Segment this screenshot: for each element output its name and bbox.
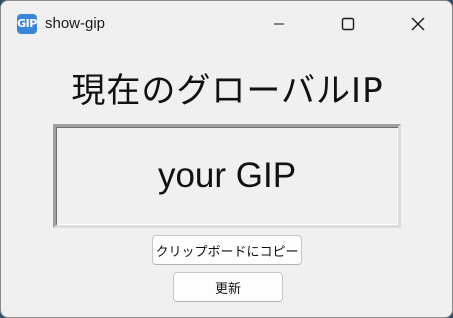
refresh-button[interactable]: 更新 bbox=[173, 272, 283, 302]
ip-display-box: your GIP bbox=[53, 124, 401, 228]
maximize-button[interactable] bbox=[325, 1, 371, 47]
window-title: show-gip bbox=[45, 15, 106, 32]
app-icon: GIP bbox=[17, 14, 37, 34]
ip-value: your GIP bbox=[157, 156, 297, 195]
minimize-icon bbox=[274, 23, 284, 25]
maximize-icon bbox=[341, 17, 355, 31]
page-title: 現在のグローバルIP bbox=[71, 71, 384, 111]
app-window: GIP show-gip 現在のグローバルIP your GIP クリップボード… bbox=[0, 0, 453, 318]
copy-to-clipboard-button[interactable]: クリップボードにコピー bbox=[152, 235, 302, 265]
title-bar[interactable]: GIP show-gip bbox=[1, 1, 452, 47]
minimize-button[interactable] bbox=[256, 1, 302, 47]
close-icon bbox=[411, 17, 425, 31]
close-button[interactable] bbox=[395, 1, 441, 47]
